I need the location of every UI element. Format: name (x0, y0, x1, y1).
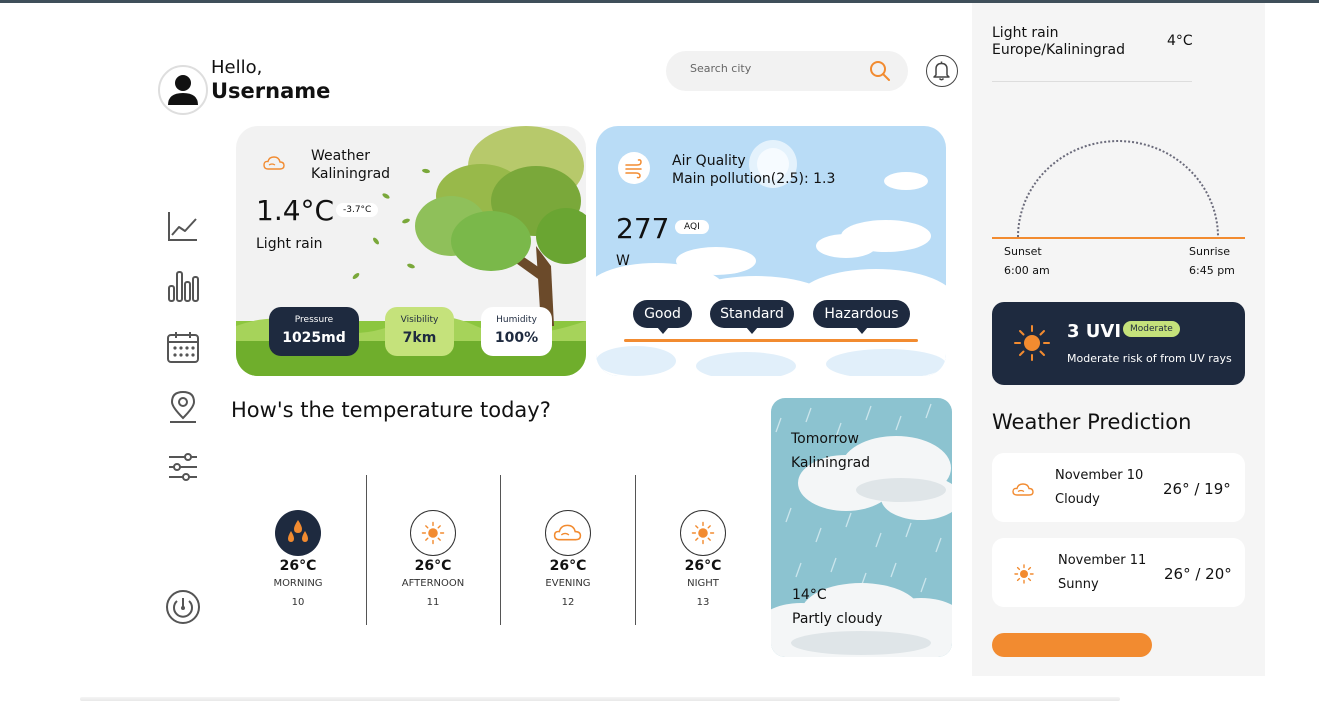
sun-icon (410, 510, 456, 556)
period-afternoon[interactable]: 26°C AFTERNOON 11 (383, 510, 483, 608)
period-name: EVENING (545, 578, 591, 589)
period-day: 10 (291, 597, 305, 608)
visibility-value: 7km (402, 330, 437, 346)
location-temp: 4°C (1167, 33, 1193, 49)
location-condition: Light rain (992, 25, 1059, 41)
prediction-date: November 11 (1058, 553, 1147, 568)
power-icon[interactable] (164, 588, 202, 626)
location-pin-icon[interactable] (166, 390, 200, 424)
weather-city: Kaliningrad (311, 166, 391, 182)
wind-icon (625, 159, 642, 179)
aqi-standard-button[interactable]: Standard (710, 300, 794, 334)
uv-index-value: 3 UVI (1067, 321, 1122, 342)
notification-button[interactable] (926, 55, 958, 87)
weather-label: Weather (311, 148, 370, 164)
period-temp: 26°C (279, 558, 317, 574)
period-name: MORNING (273, 578, 323, 589)
tomorrow-city: Kaliningrad (791, 455, 871, 471)
search-icon[interactable] (868, 59, 892, 83)
divider (992, 81, 1192, 82)
filter-sliders-icon[interactable] (166, 450, 200, 484)
greeting: Hello, (211, 57, 263, 78)
pressure-chip: Pressure 1025md (269, 307, 359, 356)
search-input[interactable] (690, 62, 850, 75)
humidity-label: Humidity (496, 315, 537, 325)
aqi-good-button[interactable]: Good (633, 300, 692, 334)
username: Username (211, 79, 331, 103)
sunrise-time: 6:45 pm (1189, 264, 1235, 277)
tomorrow-title: Tomorrow Kaliningrad (791, 427, 870, 475)
tomorrow-temp: 14°C (792, 587, 827, 603)
aqi-scale-line (624, 339, 918, 342)
bottom-edge (80, 697, 1120, 701)
pressure-value: 1025md (282, 330, 346, 346)
pressure-label: Pressure (294, 315, 334, 325)
sun-icon (1014, 564, 1034, 584)
cloud-icon (545, 510, 591, 556)
horizon-line (992, 237, 1245, 239)
prediction-condition: Cloudy (1055, 492, 1100, 507)
period-day: 13 (696, 597, 710, 608)
sun-arc (1017, 140, 1219, 238)
avatar[interactable] (158, 65, 208, 115)
bell-icon (933, 61, 950, 81)
weather-card-title: Weather Kaliningrad (311, 147, 390, 183)
air-quality-label: Air Quality (672, 153, 746, 169)
weather-prediction-heading: Weather Prediction (992, 410, 1192, 434)
aqi-badge: AQI (675, 220, 709, 234)
current-location: Light rain Europe/Kaliningrad (992, 25, 1125, 59)
user-icon (168, 75, 198, 105)
uv-level-badge: Moderate (1123, 321, 1180, 337)
sunrise-info: Sunrise 6:45 pm (1189, 242, 1235, 280)
sunset-label: Sunset (1004, 245, 1042, 258)
prediction-date: November 10 (1055, 468, 1144, 483)
uv-description: Moderate risk of from UV rays (1067, 352, 1232, 365)
period-temp: 26°C (549, 558, 587, 574)
period-name: AFTERNOON (401, 578, 465, 589)
visibility-label: Visibility (400, 315, 439, 325)
prediction-range: 26° / 20° (1164, 565, 1232, 583)
humidity-value: 100% (494, 330, 539, 346)
period-day: 12 (561, 597, 575, 608)
period-night[interactable]: 26°C NIGHT 13 (653, 510, 753, 608)
visibility-chip: Visibility 7km (385, 307, 454, 356)
tomorrow-label: Tomorrow (791, 431, 859, 447)
raindrops-icon (275, 510, 321, 556)
cloud-icon (263, 156, 285, 170)
bar-chart-icon[interactable] (166, 268, 200, 302)
prediction-condition: Sunny (1058, 577, 1099, 592)
calendar-icon[interactable] (166, 330, 200, 364)
aqi-hazardous-button[interactable]: Hazardous (813, 300, 910, 334)
aqi-value: 277 (616, 212, 670, 245)
period-name: NIGHT (687, 578, 719, 589)
air-icon-badge (618, 152, 650, 184)
humidity-chip: Humidity 100% (481, 307, 552, 356)
divider (635, 475, 636, 625)
period-temp: 26°C (414, 558, 452, 574)
prediction-range: 26° / 19° (1163, 480, 1231, 498)
sunset-time: 6:00 am (1004, 264, 1050, 277)
sun-icon (680, 510, 726, 556)
sunset-info: Sunset 6:00 am (1004, 242, 1050, 280)
feels-like-badge: -3.7°C (336, 203, 379, 217)
sun-icon (1014, 325, 1050, 361)
tomorrow-condition: Partly cloudy (792, 611, 883, 627)
more-predictions-button[interactable] (992, 633, 1152, 657)
temperature-today-heading: How's the temperature today? (231, 398, 551, 422)
current-temperature: 1.4°C (256, 194, 335, 227)
aqi-unit: W (616, 253, 630, 269)
sunrise-label: Sunrise (1189, 245, 1231, 258)
divider (366, 475, 367, 625)
location-timezone: Europe/Kaliningrad (992, 42, 1125, 58)
current-condition: Light rain (256, 236, 323, 252)
period-evening[interactable]: 26°C EVENING 12 (518, 510, 618, 608)
line-chart-icon[interactable] (166, 209, 200, 243)
air-quality-title: Air Quality Main pollution(2.5): 1.3 (672, 152, 835, 188)
period-day: 11 (426, 597, 440, 608)
period-temp: 26°C (684, 558, 722, 574)
cloud-icon (1012, 483, 1034, 496)
main-pollution: Main pollution(2.5): 1.3 (672, 171, 836, 187)
period-morning[interactable]: 26°C MORNING 10 (248, 510, 348, 608)
divider (500, 475, 501, 625)
